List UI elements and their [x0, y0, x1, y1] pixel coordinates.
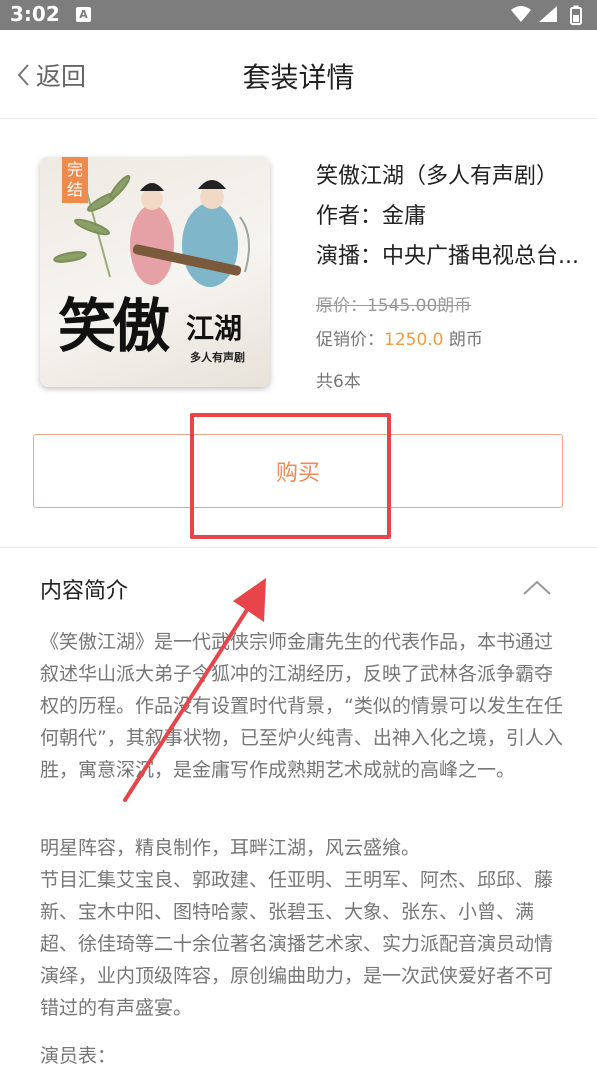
cover-subtitle: 多人有声剧	[190, 351, 245, 364]
wifi-icon	[511, 6, 531, 22]
cast-names: 中央广播电视总台...	[382, 244, 579, 269]
author-name: 金庸	[382, 204, 427, 229]
promo-unit: 朗币	[448, 330, 483, 350]
collapse-button[interactable]	[520, 576, 554, 600]
book-author: 作者：金庸	[316, 198, 426, 230]
cast-label: 演播：	[316, 244, 383, 269]
page-title: 套装详情	[242, 61, 355, 94]
book-title: 笑傲江湖（多人有声剧）	[316, 164, 559, 189]
status-bar: 3:02 A	[0, 0, 597, 30]
promo-value: 1250.0	[384, 330, 444, 350]
battery-icon	[570, 5, 582, 25]
status-icons	[509, 4, 589, 26]
status-time: 3:02	[10, 2, 60, 26]
cell-signal-icon	[539, 6, 557, 22]
intro-paragraph-3: 演员表：	[40, 1045, 117, 1067]
annotation-highlight-box	[190, 413, 391, 539]
chevron-up-icon	[523, 580, 551, 595]
author-label: 作者：	[316, 204, 383, 229]
book-cover[interactable]: 完结 笑傲 江湖 多人有声剧	[40, 157, 270, 387]
section-divider	[0, 547, 597, 548]
original-price: 原价：1545.00朗币	[316, 296, 472, 316]
intro-paragraph-1: 《笑傲江湖》是一代武侠宗师金庸先生的代表作品，本书通过叙述华山派大弟子令狐冲的江…	[40, 631, 563, 781]
status-tag: 完结	[62, 157, 88, 203]
promo-label: 促销价：	[316, 330, 384, 350]
promo-price: 促销价：1250.0 朗币	[316, 325, 483, 350]
nav-bar: 返回 套装详情	[0, 30, 597, 119]
book-cast: 演播：中央广播电视总台...	[316, 238, 586, 270]
volume-count: 共6本	[316, 372, 361, 392]
cover-title-small: 江湖	[186, 312, 243, 345]
notification-icon: A	[76, 7, 91, 22]
intro-paragraph-2: 明星阵容，精良制作，耳畔江湖，风云盛飨。 节目汇集艾宝良、郭政建、任亚明、王明军…	[40, 837, 554, 1019]
intro-title: 内容简介	[40, 579, 129, 604]
cover-title: 笑傲	[58, 292, 170, 360]
